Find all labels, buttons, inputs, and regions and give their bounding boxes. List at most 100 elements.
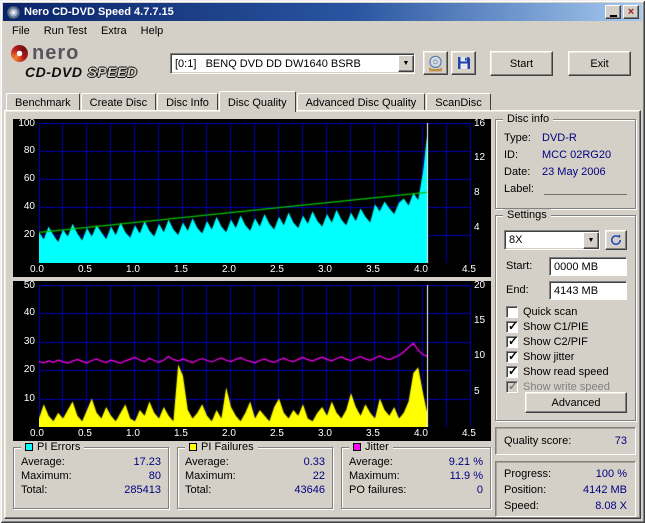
tab-disc-quality[interactable]: Disc Quality — [218, 91, 296, 112]
chart-canvas — [39, 285, 471, 427]
stat-legend: Jitter — [349, 441, 393, 453]
disc-date-value: 23 May 2006 — [542, 166, 606, 178]
checkbox-box[interactable] — [506, 334, 518, 348]
checkbox-show-read-speed[interactable]: Show read speed — [506, 364, 631, 379]
progress-value: 100 % — [595, 468, 627, 480]
axis-tick-label: 2.0 — [222, 264, 236, 275]
tab-strip: Benchmark Create Disc Disc Info Disc Qualit… — [6, 90, 641, 112]
refresh-button[interactable] — [605, 230, 627, 250]
stat-row-value: 11.9 % — [449, 470, 483, 482]
stat-legend: PI Errors — [21, 441, 85, 453]
app-window: Nero CD-DVD Speed 4.7.7.15 × File Run Tes… — [0, 0, 645, 523]
jitter-stats-group: Jitter Average: 9.21 % Maximum: 11.9 % PO fai… — [341, 441, 491, 509]
stat-row-value: 17.23 — [133, 456, 161, 468]
quality-score-panel: Quality score: 73 — [495, 427, 636, 455]
nero-logo: nero CD-DVD SPEED — [11, 42, 166, 80]
checkbox-box[interactable] — [506, 319, 518, 333]
tab-create-disc[interactable]: Create Disc — [80, 93, 157, 111]
axis-tick-label: 10 — [474, 350, 486, 361]
pi-failures-chart: 10 20 30 40 50 5 10 15 20 0.0 0.5 1.0 1.5 2.0 2.5 3.0 3.… — [13, 281, 491, 441]
checkbox-show-c1-pie[interactable]: Show C1/PIE — [506, 319, 631, 334]
position-row: Position: 4142 MB — [504, 482, 627, 498]
checkbox-quick-scan[interactable]: Quick scan — [506, 304, 631, 319]
settings-checkbox-list: Quick scan Show C1/PIE Show C2/PIF Show jit… — [506, 304, 631, 394]
stat-row: Average: 9.21 % — [342, 455, 490, 469]
menu-run-test[interactable]: Run Test — [37, 23, 94, 39]
axis-tick-label: 40 — [23, 201, 35, 212]
scan-end-input[interactable] — [549, 281, 627, 300]
dropdown-arrow-icon[interactable]: ▼ — [583, 231, 599, 249]
stat-row-label: Average: — [185, 456, 229, 468]
advanced-button[interactable]: Advanced — [525, 392, 627, 413]
disc-id-row: ID: MCC 02RG20 — [496, 147, 635, 164]
stat-row-value: 0.33 — [303, 456, 325, 468]
scan-start-label: Start: — [506, 260, 533, 272]
axis-tick-label: 5 — [474, 385, 480, 397]
scan-start-row: Start: — [506, 257, 627, 277]
axis-tick-label: 4.5 — [462, 428, 476, 439]
app-disc-icon — [7, 5, 20, 19]
axis-tick-label: 0.0 — [30, 264, 44, 275]
axis-tick-label: 3.5 — [366, 264, 380, 275]
axis-tick-label: 2.0 — [222, 428, 236, 439]
stat-row-label: PO failures: — [349, 484, 407, 496]
checkbox-box[interactable] — [506, 305, 518, 318]
stat-row: Average: 17.23 — [14, 455, 168, 469]
axis-tick-label: 8 — [474, 187, 480, 198]
menu-extra[interactable]: Extra — [94, 23, 134, 39]
minimize-icon — [609, 14, 617, 17]
speed-label: Speed: — [504, 500, 539, 512]
progress-label: Progress: — [504, 468, 552, 480]
axis-tick-label: 3.0 — [318, 264, 332, 275]
stat-row-label: Maximum: — [349, 470, 400, 482]
tab-scandisc[interactable]: ScanDisc — [426, 93, 491, 111]
disc-type-row: Type: DVD-R — [496, 130, 635, 147]
close-button[interactable]: × — [623, 5, 639, 19]
checkbox-box[interactable] — [506, 349, 518, 363]
disc-label-row: Label: — [496, 181, 635, 198]
pi-errors-chart: 20 40 60 80 100 4 8 12 16 0.0 0.5 1.0 1.5 2.0 2.5 3.0 3.… — [13, 119, 491, 277]
axis-tick-label: 16 — [474, 118, 486, 129]
hand-disc-icon — [429, 55, 442, 71]
chart-canvas — [39, 123, 471, 263]
nero-wordmark: nero — [32, 42, 80, 64]
axis-tick-label: 20 — [23, 364, 35, 376]
disc-info-group: Disc info Type: DVD-R ID: MCC 02RG20 Dat… — [495, 113, 636, 209]
menu-help[interactable]: Help — [134, 23, 171, 39]
save-button[interactable] — [451, 51, 476, 75]
jitter-color-swatch — [353, 443, 361, 451]
dropdown-arrow-icon[interactable]: ▼ — [398, 55, 414, 72]
scan-start-input[interactable] — [549, 257, 627, 276]
drive-select-value: [0:1] BENQ DVD DD DW1640 BSRB — [175, 57, 361, 70]
scan-end-row: End: — [506, 281, 627, 301]
axis-tick-label: 1.5 — [174, 428, 188, 439]
stat-row-value: 9.21 % — [448, 456, 483, 468]
disc-options-button[interactable] — [423, 51, 448, 75]
stat-row-label: Total: — [21, 484, 48, 496]
title-bar[interactable]: Nero CD-DVD Speed 4.7.7.15 × — [3, 3, 642, 21]
start-button[interactable]: Start — [490, 51, 553, 76]
tab-benchmark[interactable]: Benchmark — [6, 93, 80, 111]
exit-button[interactable]: Exit — [568, 51, 631, 76]
stat-row-label: Average: — [349, 456, 393, 468]
progress-row: Progress: 100 % — [504, 466, 627, 482]
product-name-cddvd: CD-DVD — [25, 64, 83, 80]
drive-select[interactable]: [0:1] BENQ DVD DD DW1640 BSRB ▼ — [170, 53, 415, 74]
stat-row: Average: 0.33 — [178, 455, 332, 469]
minimize-button[interactable] — [605, 5, 621, 19]
checkbox-box[interactable] — [506, 364, 518, 378]
checkbox-show-c2-pif[interactable]: Show C2/PIF — [506, 334, 631, 349]
tab-disc-info[interactable]: Disc Info — [157, 93, 218, 111]
speed-select-value: 8X — [509, 234, 523, 246]
axis-tick-label: 80 — [23, 145, 35, 156]
axis-tick-label: 20 — [23, 229, 35, 240]
axis-tick-label: 3.0 — [318, 428, 332, 439]
stat-row-value: 285413 — [124, 484, 161, 496]
menu-file[interactable]: File — [5, 23, 37, 39]
checkbox-show-jitter[interactable]: Show jitter — [506, 349, 631, 364]
axis-tick-label: 50 — [23, 280, 35, 291]
axis-tick-label: 4.0 — [414, 264, 428, 275]
stat-row: Maximum: 11.9 % — [342, 469, 490, 483]
tab-advanced-disc-quality[interactable]: Advanced Disc Quality — [296, 93, 426, 111]
speed-select[interactable]: 8X ▼ — [504, 230, 600, 250]
